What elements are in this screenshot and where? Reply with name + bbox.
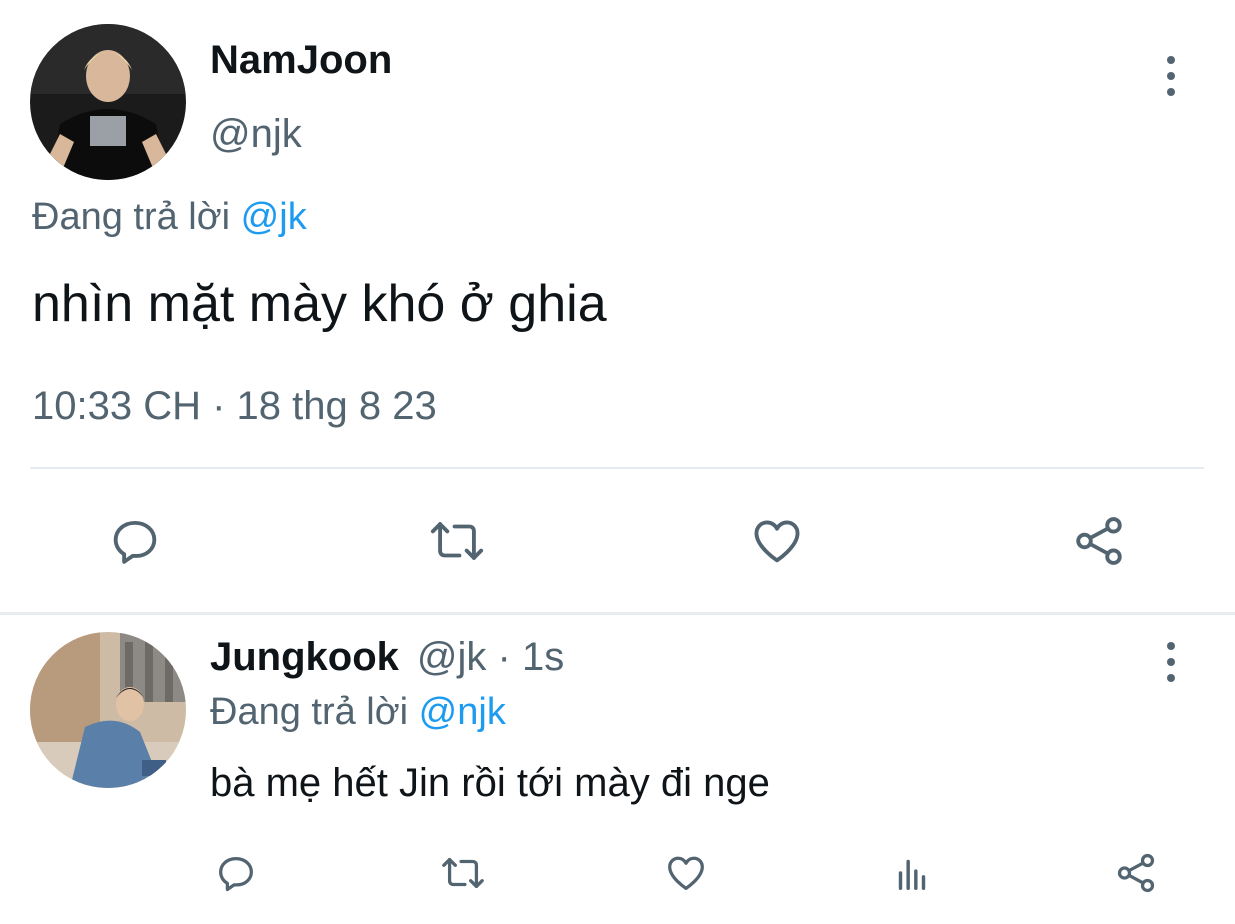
like-icon[interactable] bbox=[746, 510, 808, 572]
retweet-icon[interactable] bbox=[424, 510, 490, 572]
like-icon[interactable] bbox=[662, 849, 710, 897]
reply-icon[interactable] bbox=[104, 510, 166, 572]
avatar-photo bbox=[30, 24, 186, 180]
replying-to-label: Đang trả lời bbox=[210, 691, 419, 733]
avatar[interactable] bbox=[30, 24, 186, 180]
divider bbox=[30, 467, 1204, 469]
replying-to-label: Đang trả lời bbox=[32, 196, 241, 238]
mention-link[interactable]: @njk bbox=[419, 691, 506, 733]
user-handle[interactable]: @jk · 1s bbox=[417, 635, 564, 679]
analytics-icon[interactable] bbox=[888, 849, 936, 897]
display-name[interactable]: NamJoon bbox=[210, 38, 392, 83]
retweet-icon[interactable] bbox=[436, 849, 490, 897]
more-options-icon[interactable] bbox=[1159, 56, 1183, 96]
tweet-timestamp[interactable]: 10:33 CH · 18 thg 8 23 bbox=[32, 384, 437, 429]
more-options-icon[interactable] bbox=[1159, 642, 1183, 682]
tweet-text: bà mẹ hết Jin rồi tới mày đi nge bbox=[210, 761, 770, 805]
share-icon[interactable] bbox=[1112, 849, 1160, 897]
mention-link[interactable]: @jk bbox=[241, 196, 307, 238]
reply-icon[interactable] bbox=[212, 849, 260, 897]
avatar-photo bbox=[30, 632, 186, 788]
reply-tweet: Jungkook @jk · 1s Đang trả lời @njk bà mẹ… bbox=[0, 615, 1235, 924]
share-icon[interactable] bbox=[1068, 510, 1130, 572]
user-handle[interactable]: @njk bbox=[210, 112, 302, 157]
tweet-text: nhìn mặt mày khó ở ghia bbox=[32, 275, 607, 333]
replying-to-line: Đang trả lời @jk bbox=[32, 196, 307, 239]
display-name[interactable]: Jungkook bbox=[210, 635, 399, 679]
main-tweet: NamJoon @njk Đang trả lời @jk nhìn mặt m… bbox=[0, 0, 1235, 614]
avatar[interactable] bbox=[30, 632, 186, 788]
reply-header: Jungkook @jk · 1s bbox=[210, 635, 564, 680]
replying-to-line: Đang trả lời @njk bbox=[210, 691, 506, 734]
